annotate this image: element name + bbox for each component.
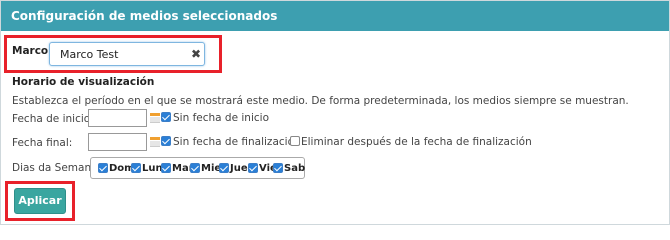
- schedule-description: Establezca el período en el que se mostr…: [12, 95, 629, 107]
- frame-input[interactable]: [50, 43, 180, 65]
- apply-button[interactable]: Aplicar: [14, 188, 66, 214]
- frame-label: Marco:: [12, 45, 53, 57]
- end-date-field[interactable]: [88, 133, 147, 151]
- schedule-heading: Horario de visualización: [12, 76, 155, 88]
- day-checkbox-mie[interactable]: [190, 163, 200, 173]
- no-end-date-label: Sin fecha de finalización: [173, 136, 301, 148]
- panel-title: Configuración de medios seleccionados: [1, 1, 669, 31]
- weekdays-label: Dias da Semana:: [12, 162, 102, 174]
- day-label-lun: Lun: [142, 163, 163, 174]
- weekdays-selector: Dom Lun Mar Mie Jue Vie Sab: [90, 157, 305, 179]
- day-checkbox-sab[interactable]: [273, 163, 283, 173]
- delete-after-end-label: Eliminar después de la fecha de finaliza…: [301, 136, 532, 148]
- end-date-label: Fecha final:: [12, 137, 73, 149]
- close-icon[interactable]: ✖: [190, 47, 202, 61]
- day-label-jue: Jue: [230, 163, 248, 174]
- start-date-label: Fecha de inicio:: [12, 113, 94, 125]
- day-label-sab: Sab: [284, 163, 306, 174]
- day-checkbox-dom[interactable]: [98, 163, 108, 173]
- day-checkbox-vie[interactable]: [248, 163, 258, 173]
- calendar-icon[interactable]: [150, 137, 160, 147]
- no-start-date-label: Sin fecha de inicio: [173, 112, 269, 124]
- no-end-date-checkbox[interactable]: [161, 136, 171, 146]
- day-checkbox-mar[interactable]: [161, 163, 171, 173]
- calendar-icon[interactable]: [150, 113, 160, 123]
- start-date-field[interactable]: [88, 109, 147, 127]
- day-checkbox-jue[interactable]: [219, 163, 229, 173]
- delete-after-end-checkbox[interactable]: [290, 136, 300, 146]
- start-date-input[interactable]: [89, 110, 146, 126]
- end-date-input[interactable]: [89, 134, 146, 150]
- frame-field[interactable]: ✖: [49, 42, 205, 66]
- day-checkbox-lun[interactable]: [131, 163, 141, 173]
- media-settings-panel: Configuración de medios seleccionados Ma…: [0, 0, 670, 225]
- no-start-date-checkbox[interactable]: [161, 112, 171, 122]
